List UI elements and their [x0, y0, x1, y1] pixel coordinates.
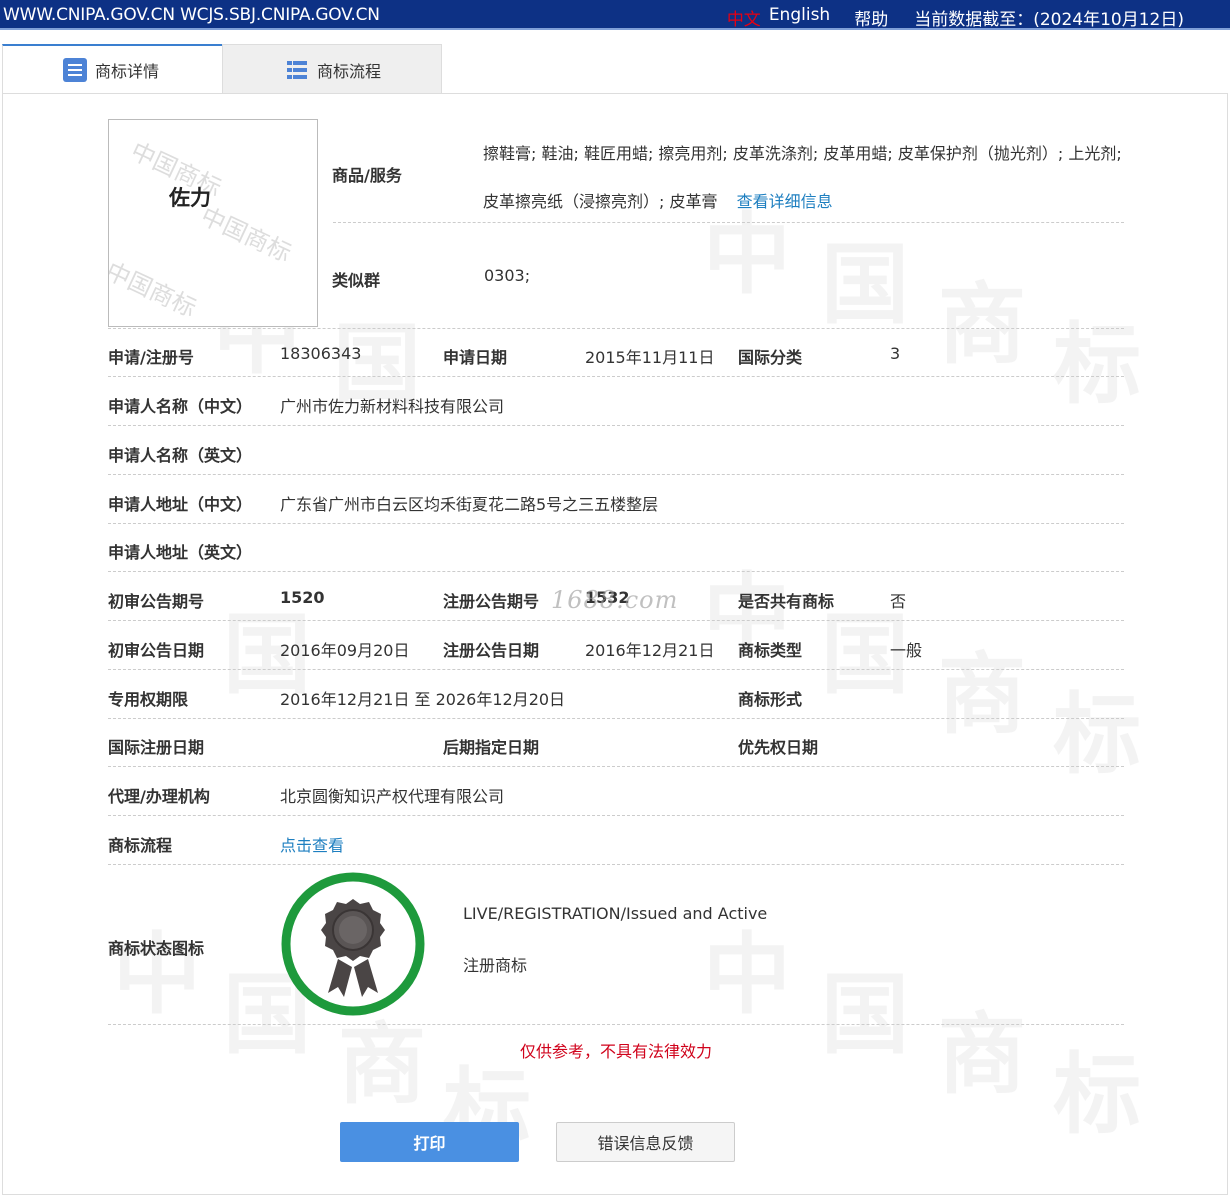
reg-no-value: 18306343 — [280, 344, 362, 363]
divider — [108, 620, 1124, 621]
divider — [108, 766, 1124, 767]
agent-label: 代理/办理机构 — [108, 787, 210, 806]
data-date: 当前数据截至：(2024年10月12日) — [914, 10, 1184, 30]
help-link[interactable]: 帮助 — [854, 5, 888, 30]
divider — [108, 571, 1124, 572]
image-watermark: 中国商标 — [108, 256, 201, 323]
print-button[interactable]: 打印 — [340, 1122, 519, 1162]
prelim-issue-value: 1520 — [280, 588, 325, 607]
tab-trademark-process[interactable]: 商标流程 — [222, 44, 442, 94]
status-cn: 注册商标 — [463, 956, 528, 975]
divider — [108, 523, 1124, 524]
table-icon — [285, 58, 309, 82]
background-watermark: 中 — [113, 922, 202, 1026]
similar-group-label: 类似群 — [332, 271, 381, 290]
list-icon — [63, 58, 87, 82]
tab-trademark-detail[interactable]: 商标详情 — [2, 44, 222, 94]
tab-label: 商标流程 — [317, 61, 382, 81]
divider — [108, 328, 1124, 329]
applicant-cn-value: 广州市佐力新材料科技有限公司 — [280, 397, 505, 416]
divider — [108, 425, 1124, 426]
process-label: 商标流程 — [108, 836, 173, 855]
applicant-cn-label: 申请人名称（中文） — [108, 397, 253, 416]
lang-english-link[interactable]: English — [769, 5, 830, 30]
divider — [108, 815, 1124, 816]
address-cn-value: 广东省广州市白云区均禾街夏花二路5号之三五楼整层 — [280, 495, 659, 514]
divider — [108, 864, 1124, 865]
intl-class-label: 国际分类 — [738, 348, 803, 367]
background-watermark: 中 — [703, 922, 792, 1026]
image-watermark: 中国商标 — [196, 201, 296, 268]
term-value: 2016年12月21日 至 2026年12月20日 — [280, 690, 566, 709]
goods-label: 商品/服务 — [332, 166, 402, 185]
divider — [108, 718, 1124, 719]
form-label: 商标形式 — [738, 690, 803, 709]
background-watermark: 标 — [1053, 682, 1142, 786]
background-watermark: 标 — [1053, 312, 1142, 416]
divider — [108, 669, 1124, 670]
status-en: LIVE/REGISTRATION/Issued and Active — [463, 904, 768, 923]
reg-date-value: 2016年12月21日 — [585, 641, 715, 660]
trademark-image[interactable]: 中国商标 中国商标 中国商标 佐力 — [108, 119, 318, 327]
process-view-link[interactable]: 点击查看 — [280, 832, 344, 856]
apply-date-label: 申请日期 — [443, 348, 508, 367]
term-label: 专用权期限 — [108, 690, 189, 709]
detail-panel: 中 国 商 标 中 国 中 国 商 标 国 中 国 商 标 中 国 商 标 中国… — [2, 93, 1228, 1195]
background-watermark: 商 — [938, 642, 1027, 746]
reg-date-label: 注册公告日期 — [443, 641, 540, 660]
site-url[interactable]: WWW.CNIPA.GOV.CN WCJS.SBJ.CNIPA.GOV.CN — [3, 5, 380, 25]
apply-date-value: 2015年11月11日 — [585, 348, 715, 367]
divider — [333, 222, 1124, 223]
top-bar-right: 中文 English 帮助 当前数据截至：(2024年10月12日) — [713, 5, 1184, 30]
background-watermark: 商 — [938, 272, 1027, 376]
divider — [108, 1024, 1124, 1025]
trademark-text: 佐力 — [169, 185, 211, 210]
later-date-label: 后期指定日期 — [443, 738, 540, 757]
prelim-date-label: 初审公告日期 — [108, 641, 205, 660]
type-label: 商标类型 — [738, 641, 803, 660]
reg-issue-label: 注册公告期号 — [443, 592, 540, 611]
address-cn-label: 申请人地址（中文） — [108, 495, 253, 514]
priority-date-label: 优先权日期 — [738, 738, 819, 757]
intl-reg-date-label: 国际注册日期 — [108, 738, 205, 757]
site-watermark: 1688.com — [551, 586, 679, 614]
prelim-issue-label: 初审公告期号 — [108, 592, 205, 611]
registered-status-icon — [281, 872, 425, 1016]
prelim-date-value: 2016年09月20日 — [280, 641, 410, 660]
lang-chinese-link[interactable]: 中文 — [727, 5, 761, 30]
tab-label: 商标详情 — [95, 62, 160, 81]
top-bar: WWW.CNIPA.GOV.CN WCJS.SBJ.CNIPA.GOV.CN 中… — [0, 0, 1230, 30]
status-label: 商标状态图标 — [108, 939, 205, 958]
similar-group-value: 0303; — [484, 266, 531, 285]
error-feedback-button[interactable]: 错误信息反馈 — [556, 1122, 735, 1162]
agent-value: 北京圆衡知识产权代理有限公司 — [280, 787, 505, 806]
shared-value: 否 — [890, 592, 907, 611]
disclaimer: 仅供参考，不具有法律效力 — [519, 1042, 712, 1061]
applicant-en-label: 申请人名称（英文） — [108, 446, 253, 465]
shared-label: 是否共有商标 — [738, 592, 835, 611]
background-watermark: 国 — [821, 232, 910, 336]
divider — [108, 376, 1124, 377]
intl-class-value: 3 — [890, 344, 901, 363]
goods-detail-link[interactable]: 查看详细信息 — [737, 192, 833, 211]
divider — [108, 474, 1124, 475]
type-value: 一般 — [890, 641, 923, 660]
reg-no-label: 申请/注册号 — [108, 348, 194, 367]
address-en-label: 申请人地址（英文） — [108, 543, 253, 562]
goods-value: 擦鞋膏; 鞋油; 鞋匠用蜡; 擦亮用剂; 皮革洗涤剂; 皮革用蜡; 皮革保护剂（… — [483, 130, 1123, 226]
